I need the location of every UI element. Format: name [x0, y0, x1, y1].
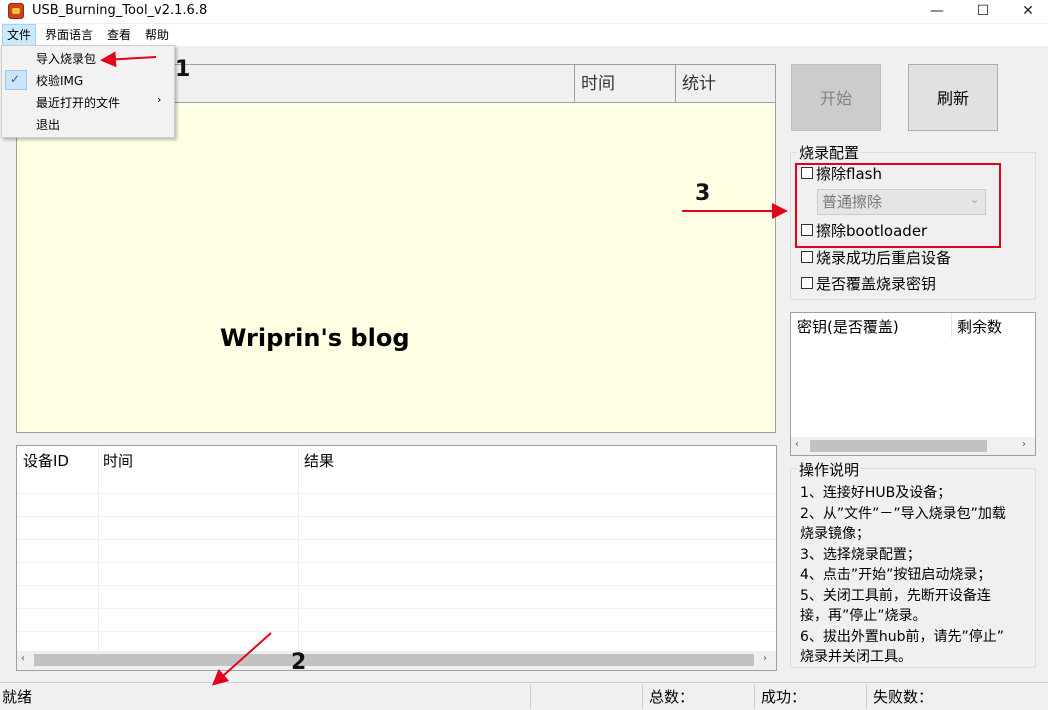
scroll-thumb[interactable]: [34, 654, 754, 666]
menu-item-recent-files[interactable]: 最近打开的文件: [2, 92, 174, 114]
menu-help[interactable]: 帮助: [141, 24, 173, 46]
status-divider: [866, 685, 867, 709]
column-stats[interactable]: 统计: [675, 65, 775, 103]
column-result[interactable]: 结果: [298, 448, 498, 474]
checkbox-icon[interactable]: [801, 250, 813, 263]
result-list[interactable]: 设备ID 时间 结果 ‹ ›: [16, 445, 777, 671]
key-horizontal-scrollbar[interactable]: ‹ ›: [791, 437, 1035, 455]
row-divider: [17, 585, 776, 586]
watermark-text: Wriprin's blog: [220, 324, 410, 352]
row-divider: [17, 631, 776, 632]
file-dropdown-menu: ✓ 导入烧录包 校验IMG 最近打开的文件 › 退出: [1, 45, 175, 138]
start-button[interactable]: 开始: [791, 64, 881, 131]
key-list[interactable]: 密钥(是否覆盖) 剩余数 ‹ ›: [790, 312, 1036, 456]
menu-bar: 文件 界面语言 查看 帮助: [0, 24, 1048, 46]
annotation-number-1: 1: [175, 57, 191, 82]
row-divider: [17, 516, 776, 517]
scroll-thumb[interactable]: [810, 440, 987, 452]
status-bar: 就绪 总数： 成功： 失败数：: [0, 682, 1048, 710]
column-key[interactable]: 密钥(是否覆盖): [797, 315, 899, 339]
scroll-right-icon[interactable]: ›: [763, 653, 767, 664]
instruction-line: 4、点击”开始”按钮启动烧录；: [800, 567, 992, 583]
row-divider: [17, 608, 776, 609]
row-divider: [17, 493, 776, 494]
refresh-button[interactable]: 刷新: [908, 64, 998, 131]
instructions-text: 1、连接好HUB及设备； 2、从”文件”－”导入烧录包”加载 烧录镜像； 3、选…: [800, 483, 1032, 668]
menu-file[interactable]: 文件: [2, 24, 37, 46]
horizontal-scrollbar[interactable]: ‹ ›: [17, 651, 776, 670]
scroll-right-icon[interactable]: ›: [1022, 439, 1026, 450]
instructions-title: 操作说明: [797, 459, 862, 480]
column-remaining[interactable]: 剩余数: [957, 315, 1002, 339]
status-divider: [530, 685, 531, 709]
overwrite-key-checkbox[interactable]: 是否覆盖烧录密钥: [801, 274, 936, 294]
fail-count-label: 失败数：: [873, 688, 934, 706]
window-title: USB_Burning_Tool_v2.1.6.8: [32, 3, 208, 18]
menu-item-verify-img[interactable]: 校验IMG: [2, 70, 174, 92]
instruction-line: 2、从”文件”－”导入烧录包”加载: [800, 505, 1006, 522]
annotation-highlight-box: [795, 163, 1001, 248]
menu-item-exit[interactable]: 退出: [2, 114, 174, 136]
success-count-label: 成功：: [761, 688, 807, 706]
menu-item-import-package[interactable]: 导入烧录包: [2, 48, 174, 70]
burn-config-title: 烧录配置: [797, 142, 862, 163]
status-divider: [642, 685, 643, 709]
scroll-left-icon[interactable]: ‹: [21, 653, 25, 664]
instruction-line: 3、选择烧录配置；: [800, 546, 921, 563]
column-result-time[interactable]: 时间: [97, 448, 297, 474]
column-time[interactable]: 时间: [574, 65, 675, 103]
checkbox-icon[interactable]: [801, 276, 813, 289]
title-bar: USB_Burning_Tool_v2.1.6.8 — ☐ ✕: [0, 0, 1048, 23]
column-divider: [298, 446, 299, 651]
app-icon: [8, 3, 24, 19]
row-divider: [17, 539, 776, 540]
column-device-id[interactable]: 设备ID: [17, 448, 99, 474]
menu-language[interactable]: 界面语言: [41, 24, 97, 46]
instruction-line: 1、连接好HUB及设备；: [800, 485, 952, 501]
reboot-after-checkbox[interactable]: 烧录成功后重启设备: [801, 248, 951, 268]
close-button[interactable]: ✕: [1005, 0, 1048, 23]
menu-view[interactable]: 查看: [103, 24, 135, 46]
row-divider: [17, 562, 776, 563]
instruction-line: 5、关闭工具前，先断开设备连: [800, 587, 991, 604]
reboot-after-label: 烧录成功后重启设备: [816, 249, 952, 267]
minimize-button[interactable]: —: [914, 0, 960, 23]
annotation-number-2: 2: [291, 650, 307, 675]
instruction-line: 6、拔出外置hub前，请先”停止”: [800, 628, 1005, 645]
chevron-right-icon: ›: [157, 93, 162, 106]
scroll-left-icon[interactable]: ‹: [795, 439, 799, 450]
column-divider: [98, 446, 99, 651]
instruction-line: 烧录并关闭工具。: [800, 649, 912, 665]
total-count-label: 总数：: [649, 688, 695, 706]
annotation-number-3: 3: [695, 181, 711, 206]
maximize-button[interactable]: ☐: [960, 0, 1006, 23]
status-divider: [754, 685, 755, 709]
status-text: 就绪: [2, 688, 33, 706]
instruction-line: 接，再”停止”烧录。: [800, 608, 927, 624]
overwrite-key-label: 是否覆盖烧录密钥: [816, 275, 937, 293]
column-divider: [951, 313, 952, 337]
instruction-line: 烧录镜像；: [800, 526, 870, 542]
